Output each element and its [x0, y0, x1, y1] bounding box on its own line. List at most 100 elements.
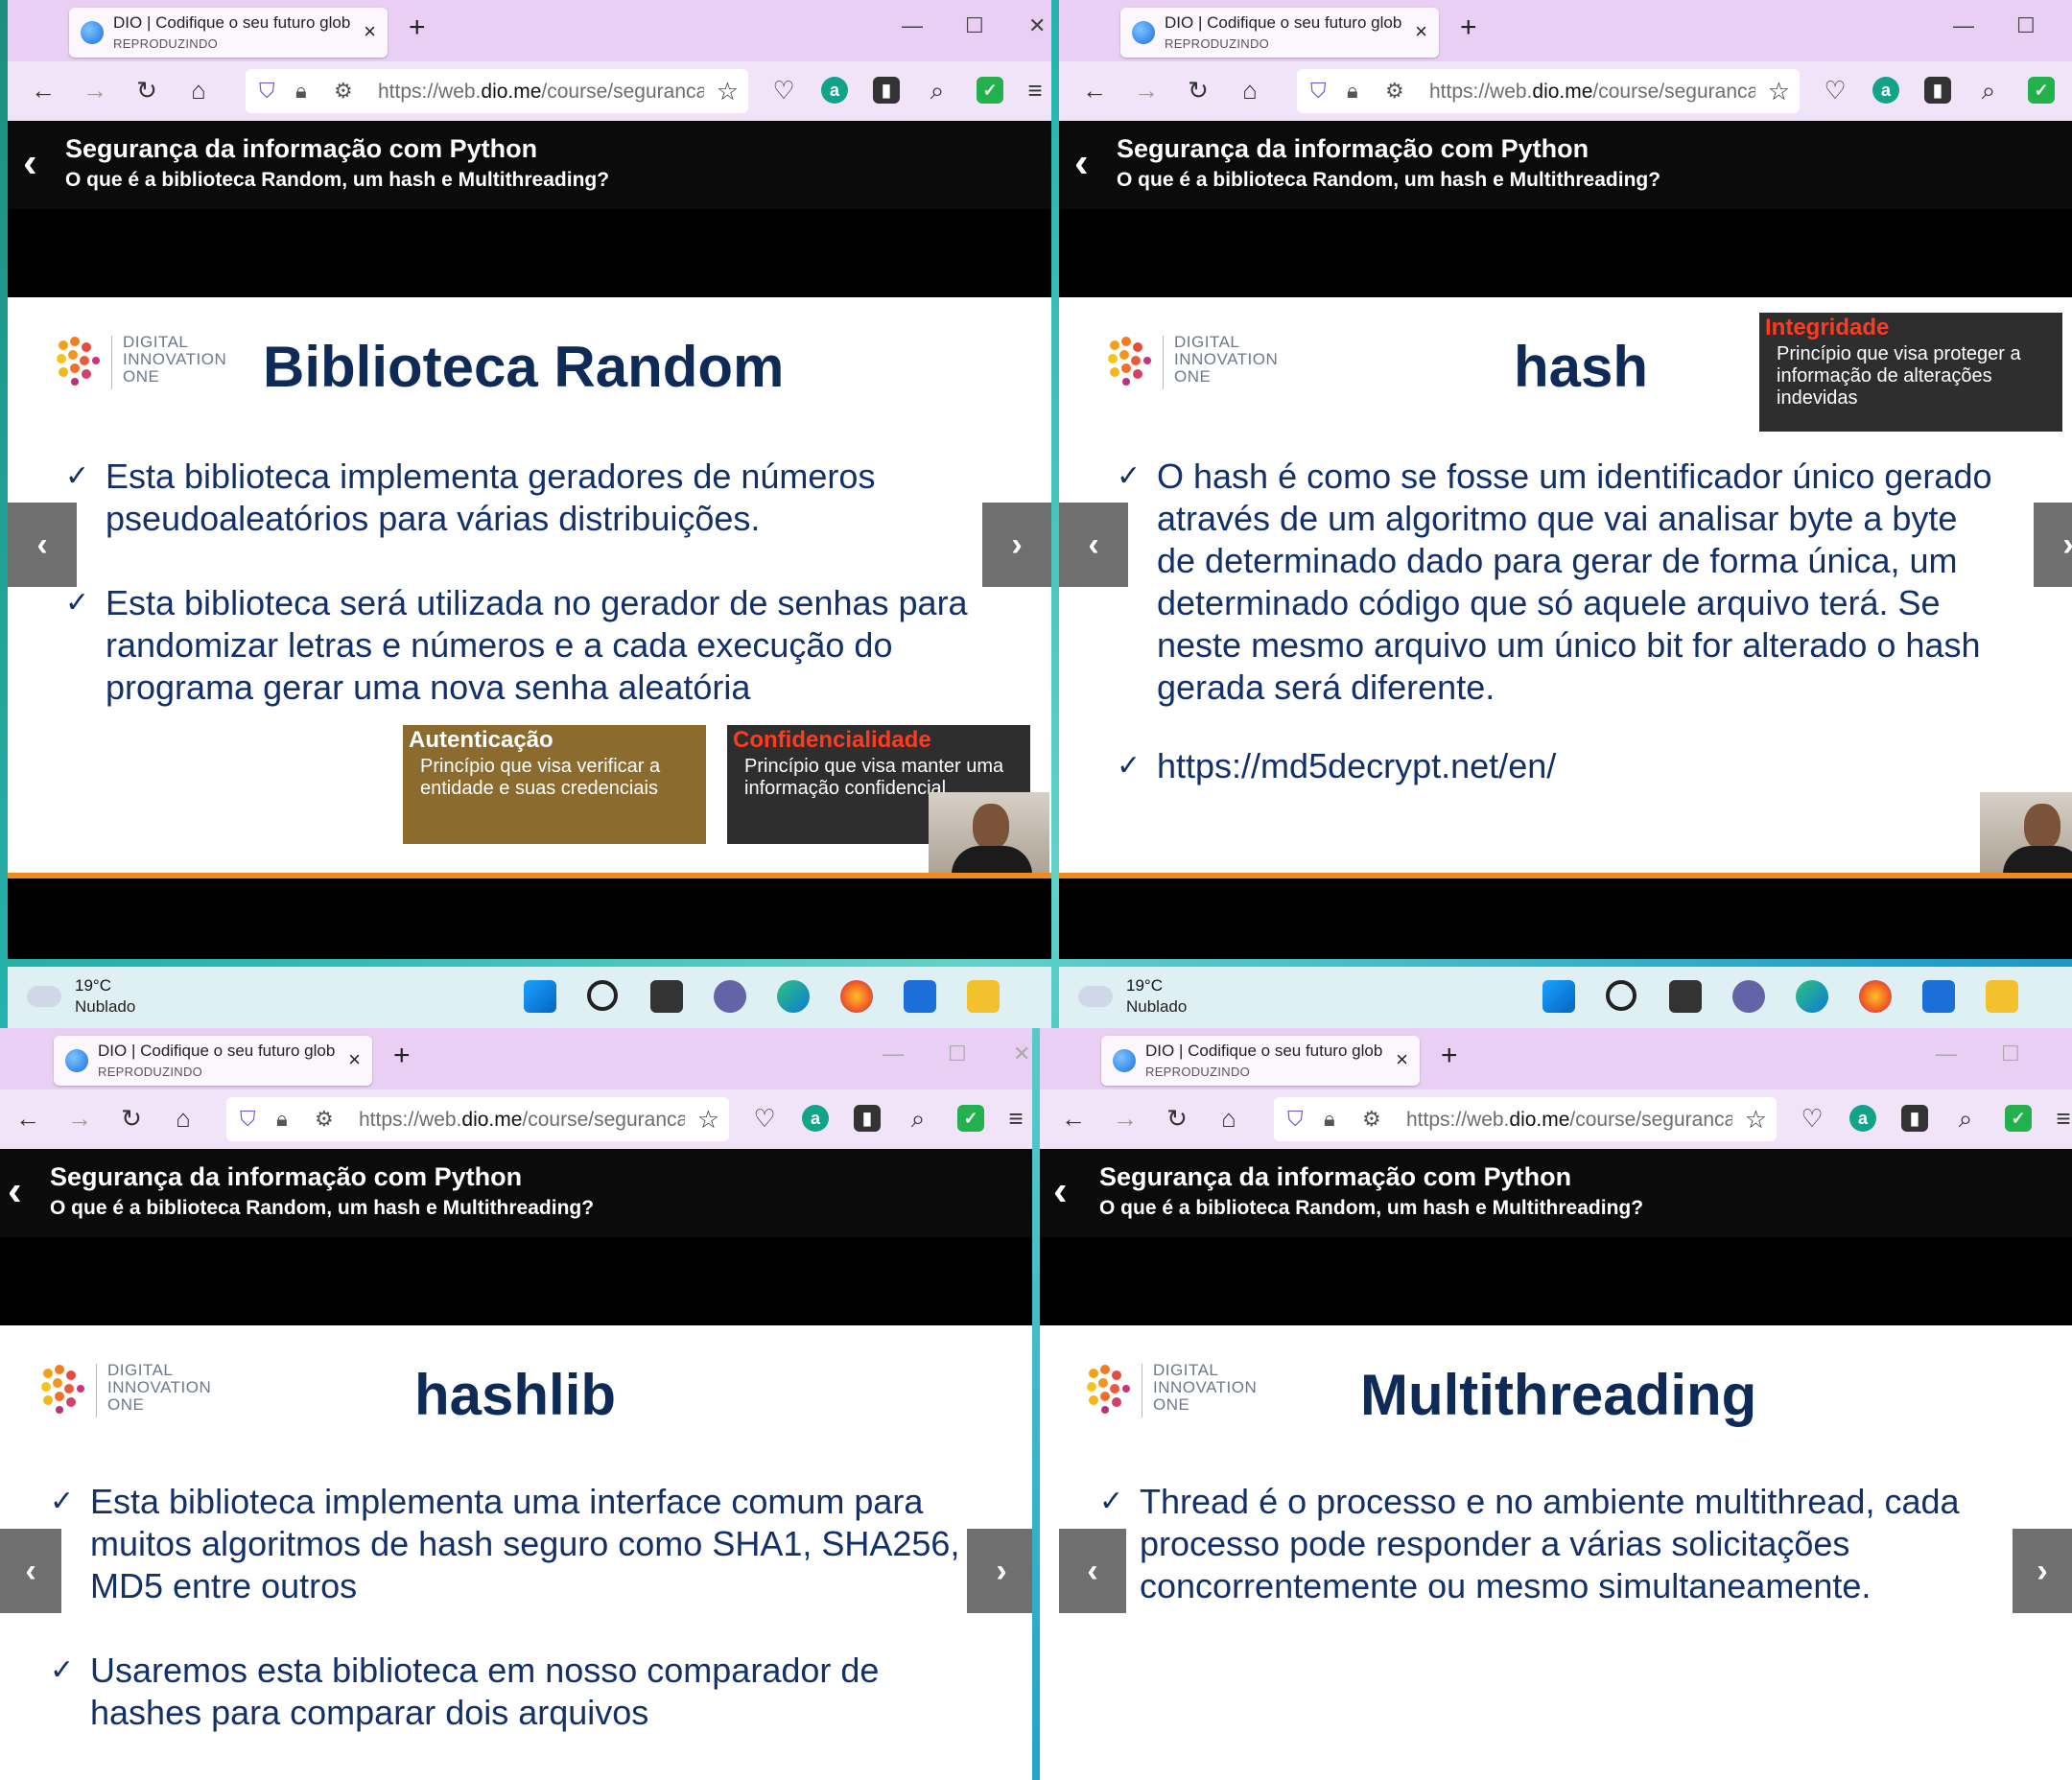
windows-start-icon[interactable] — [524, 980, 556, 1013]
firefox-icon[interactable] — [1859, 980, 1892, 1013]
search-icon[interactable] — [587, 980, 618, 1011]
extension-check-icon[interactable]: ✓ — [957, 1105, 984, 1132]
url-text[interactable]: https://web.dio.me/course/seguranca — [1406, 1109, 1732, 1132]
extension-search-icon[interactable]: ⌕ — [1949, 1103, 1982, 1134]
file-explorer-icon[interactable] — [967, 980, 1000, 1013]
extension-video-icon[interactable]: ▮ — [1901, 1105, 1928, 1132]
next-slide-button[interactable]: › — [982, 503, 1051, 587]
minimize-icon[interactable]: — — [883, 1042, 904, 1066]
reload-icon[interactable]: ↻ — [115, 1103, 148, 1134]
reload-icon[interactable]: ↻ — [130, 75, 163, 105]
lock-icon[interactable]: 🔒︎ — [276, 1107, 288, 1132]
bookmark-star-icon[interactable]: ☆ — [1745, 1105, 1767, 1134]
store-icon[interactable] — [1922, 980, 1955, 1013]
pocket-icon[interactable]: ♡ — [748, 1103, 781, 1134]
course-back-icon[interactable]: ‹ — [8, 1170, 22, 1212]
browser-tab[interactable]: DIO | Codifique o seu futuro global agor… — [54, 1036, 372, 1086]
next-slide-button[interactable]: › — [2034, 503, 2072, 587]
prev-slide-button[interactable]: ‹ — [1059, 1529, 1126, 1613]
course-back-icon[interactable]: ‹ — [1074, 142, 1089, 184]
pocket-icon[interactable]: ♡ — [767, 75, 800, 105]
permissions-icon[interactable]: ⚙ — [1385, 79, 1404, 104]
prev-slide-button[interactable]: ‹ — [0, 1529, 61, 1613]
next-slide-button[interactable]: › — [967, 1529, 1032, 1613]
edge-icon[interactable] — [1796, 980, 1828, 1013]
extension-video-icon[interactable]: ▮ — [1924, 77, 1951, 104]
reload-icon[interactable]: ↻ — [1182, 75, 1214, 105]
course-back-icon[interactable]: ‹ — [23, 142, 37, 184]
forward-icon[interactable]: → — [1130, 75, 1163, 105]
bookmark-star-icon[interactable]: ☆ — [717, 77, 739, 105]
lock-icon[interactable]: 🔒︎ — [295, 79, 307, 104]
lock-icon[interactable]: 🔒︎ — [1347, 79, 1358, 104]
extension-a-icon[interactable]: a — [821, 77, 848, 104]
extension-check-icon[interactable]: ✓ — [2005, 1105, 2032, 1132]
home-icon[interactable]: ⌂ — [1234, 75, 1266, 105]
prev-slide-button[interactable]: ‹ — [1059, 503, 1128, 587]
extension-a-icon[interactable]: a — [1849, 1105, 1876, 1132]
shield-icon[interactable]: ⛉ — [1310, 79, 1327, 104]
reload-icon[interactable]: ↻ — [1161, 1103, 1193, 1134]
maximize-icon[interactable]: ☐ — [965, 13, 984, 38]
close-tab-icon[interactable]: × — [364, 21, 376, 42]
url-text[interactable]: https://web.dio.me/course/seguranca — [359, 1109, 685, 1132]
url-text[interactable]: https://web.dio.me/course/seguranca — [378, 81, 704, 104]
lock-icon[interactable]: 🔒︎ — [1324, 1107, 1335, 1132]
firefox-icon[interactable] — [840, 980, 873, 1013]
close-tab-icon[interactable]: × — [1415, 21, 1427, 42]
url-bar[interactable]: ⛉ 🔒︎ ⚙ https://web.dio.me/course/seguran… — [1274, 1097, 1777, 1141]
back-icon[interactable]: ← — [27, 75, 59, 105]
url-text[interactable]: https://web.dio.me/course/seguranca — [1429, 81, 1755, 104]
course-back-icon[interactable]: ‹ — [1053, 1170, 1068, 1212]
new-tab-button[interactable]: + — [409, 13, 426, 42]
browser-tab[interactable]: DIO | Codifique o seu futuro global agor… — [69, 8, 388, 58]
pocket-icon[interactable]: ♡ — [1819, 75, 1851, 105]
shield-icon[interactable]: ⛉ — [240, 1107, 256, 1132]
extension-search-icon[interactable]: ⌕ — [902, 1103, 934, 1134]
hash-link[interactable]: https://md5decrypt.net/en/ — [1157, 746, 1556, 785]
pocket-icon[interactable]: ♡ — [1796, 1103, 1828, 1134]
forward-icon[interactable]: → — [79, 75, 111, 105]
url-bar[interactable]: ⛉ 🔒︎ ⚙ https://web.dio.me/course/seguran… — [1297, 69, 1800, 113]
prev-slide-button[interactable]: ‹ — [8, 503, 77, 587]
maximize-icon[interactable]: ☐ — [948, 1042, 967, 1066]
store-icon[interactable] — [904, 980, 936, 1013]
teams-chat-icon[interactable] — [1732, 980, 1765, 1013]
next-slide-button[interactable]: › — [2013, 1529, 2072, 1613]
file-explorer-icon[interactable] — [1986, 980, 2018, 1013]
minimize-icon[interactable]: — — [902, 13, 923, 38]
minimize-icon[interactable]: — — [1936, 1042, 1957, 1066]
home-icon[interactable]: ⌂ — [182, 75, 215, 105]
back-icon[interactable]: ← — [12, 1103, 44, 1134]
extension-video-icon[interactable]: ▮ — [873, 77, 900, 104]
minimize-icon[interactable]: — — [1953, 13, 1974, 38]
new-tab-button[interactable]: + — [1441, 1042, 1458, 1070]
close-window-icon[interactable]: ✕ — [1028, 13, 1046, 38]
close-window-icon[interactable]: ✕ — [1013, 1042, 1030, 1066]
maximize-icon[interactable]: ☐ — [2001, 1042, 2020, 1066]
bookmark-star-icon[interactable]: ☆ — [697, 1105, 719, 1134]
extension-search-icon[interactable]: ⌕ — [921, 75, 954, 105]
url-bar[interactable]: ⛉ 🔒︎ ⚙ https://web.dio.me/course/seguran… — [246, 69, 748, 113]
task-view-icon[interactable] — [650, 980, 683, 1013]
extension-check-icon[interactable]: ✓ — [977, 77, 1003, 104]
forward-icon[interactable]: → — [1109, 1103, 1142, 1134]
new-tab-button[interactable]: + — [393, 1042, 411, 1070]
menu-icon[interactable]: ≡ — [1000, 1103, 1032, 1134]
home-icon[interactable]: ⌂ — [167, 1103, 200, 1134]
extension-video-icon[interactable]: ▮ — [854, 1105, 881, 1132]
teams-chat-icon[interactable] — [714, 980, 746, 1013]
new-tab-button[interactable]: + — [1460, 13, 1477, 42]
permissions-icon[interactable]: ⚙ — [334, 79, 353, 104]
extension-a-icon[interactable]: a — [802, 1105, 829, 1132]
windows-start-icon[interactable] — [1542, 980, 1575, 1013]
extension-search-icon[interactable]: ⌕ — [1972, 75, 2005, 105]
forward-icon[interactable]: → — [63, 1103, 96, 1134]
back-icon[interactable]: ← — [1057, 1103, 1090, 1134]
url-bar[interactable]: ⛉ 🔒︎ ⚙ https://web.dio.me/course/seguran… — [226, 1097, 729, 1141]
extension-check-icon[interactable]: ✓ — [2028, 77, 2055, 104]
maximize-icon[interactable]: ☐ — [2016, 13, 2036, 38]
extension-a-icon[interactable]: a — [1872, 77, 1899, 104]
browser-tab[interactable]: DIO | Codifique o seu futuro global agor… — [1101, 1036, 1420, 1086]
permissions-icon[interactable]: ⚙ — [1362, 1107, 1381, 1132]
